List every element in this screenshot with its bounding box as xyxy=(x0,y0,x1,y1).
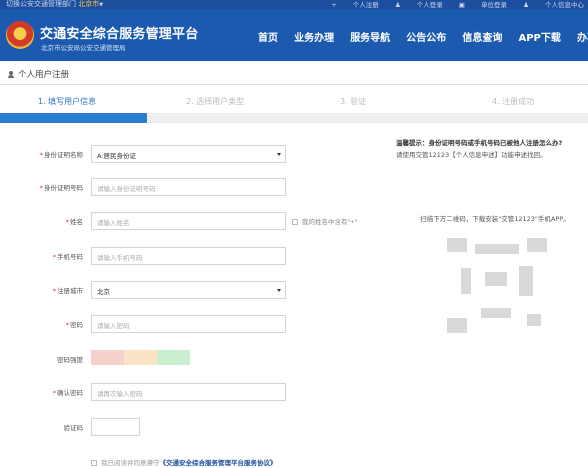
password-input[interactable]: 请输入密码 xyxy=(91,315,286,333)
chevron-down-icon: ▼ xyxy=(99,2,104,8)
nav-home[interactable]: 首页 xyxy=(258,29,278,44)
current-city[interactable]: 北京市 xyxy=(78,0,99,8)
account-links: + 个人注册 ♟ 个人登录 ▣ 单位登录 ♟ 个人信息中心 xyxy=(317,0,584,9)
password-label: 密码 xyxy=(70,321,83,329)
phone-label: 手机号码 xyxy=(57,253,83,261)
company-login-link[interactable]: ▣ 单位登录 xyxy=(459,1,507,9)
nav-app-download[interactable]: APP下载 xyxy=(518,29,560,44)
user-icon xyxy=(8,71,14,78)
captcha-label: 验证码 xyxy=(63,424,84,432)
city-label: 注册城市 xyxy=(57,287,83,295)
tip-title: 温馨提示：身份证明号码或手机号码已被他人注册怎么办? xyxy=(396,139,563,147)
name-input[interactable]: 请输入姓名 xyxy=(91,212,286,230)
nav-announcements[interactable]: 公告公布 xyxy=(406,29,446,44)
strength-medium xyxy=(124,350,157,365)
agreement-checkbox[interactable]: 我已阅读并同意遵守《交通安全综合服务管理平台服务协议》 xyxy=(91,457,277,467)
step-4: 4. 注册成功 xyxy=(492,97,535,106)
phone-input[interactable]: 请输入手机号码 xyxy=(91,247,286,265)
password-strength-meter xyxy=(91,350,191,365)
strength-label: 密码强度 xyxy=(57,356,83,364)
checkbox-icon xyxy=(91,460,97,466)
police-emblem-logo xyxy=(6,21,34,49)
top-utility-bar: 切换公安交通管理部门 北京市▼ + 个人注册 ♟ 个人登录 ▣ 单位登录 ♟ 个… xyxy=(0,0,588,9)
nav-business[interactable]: 业务办理 xyxy=(294,29,334,44)
agree-text: 我已阅读并同意遵守 xyxy=(101,459,160,467)
name-dot-checkbox[interactable]: 我的姓名中含有"•" xyxy=(292,216,357,226)
id-type-select[interactable]: A:居民身份证 xyxy=(91,145,286,163)
city-switch[interactable]: 切换公安交通管理部门 北京市▼ xyxy=(6,0,103,9)
id-number-input[interactable]: 请输入身份证明号码 xyxy=(91,178,286,196)
qr-code-image xyxy=(447,238,547,333)
chevron-down-icon xyxy=(277,289,281,292)
tip-body: 请使用交管12123【个人信息申述】功能申述找回。 xyxy=(396,151,547,159)
strength-strong xyxy=(157,350,190,365)
strength-weak xyxy=(91,350,124,365)
qr-caption: 扫描下方二维码，下载安装"交管12123"手机APP。 xyxy=(420,215,570,223)
page: 切换公安交通管理部门 北京市▼ + 个人注册 ♟ 个人登录 ▣ 单位登录 ♟ 个… xyxy=(0,0,588,468)
city-switch-label: 切换公安交通管理部门 xyxy=(6,0,76,8)
step-1: 1. 填写用户信息 xyxy=(38,97,97,106)
id-type-label: 身份证明名称 xyxy=(44,151,83,159)
login-link[interactable]: ♟ 个人登录 xyxy=(395,1,443,9)
checkbox-icon xyxy=(292,219,298,225)
site-header: 交通安全综合服务管理平台 北京市公安局公安交通管理局 首页 业务办理 服务导航 … xyxy=(0,9,588,61)
tip-panel: 温馨提示：身份证明号码或手机号码已被他人注册怎么办? 请使用交管12123【个人… xyxy=(396,138,584,161)
step-progress-track xyxy=(0,113,588,123)
step-2: 2. 选择用户类型 xyxy=(186,97,245,106)
divider xyxy=(0,84,588,85)
name-label: 姓名 xyxy=(70,218,83,226)
step-3: 3. 验证 xyxy=(340,97,367,106)
breadcrumb: 个人用户注册 xyxy=(8,68,69,80)
chevron-down-icon xyxy=(277,153,281,156)
user-center-link[interactable]: ♟ 个人信息中心 xyxy=(523,1,584,9)
register-link[interactable]: + 个人注册 xyxy=(331,1,379,9)
confirm-password-input[interactable]: 请再次输入密码 xyxy=(91,383,286,401)
confirm-label: 确认密码 xyxy=(57,389,83,397)
nav-handbook[interactable]: 办事指南 xyxy=(577,29,588,44)
nav-query[interactable]: 信息查询 xyxy=(462,29,502,44)
id-number-label: 身份证明号码 xyxy=(44,184,83,192)
agreement-link[interactable]: 《交通安全综合服务管理平台服务协议》 xyxy=(160,459,277,467)
breadcrumb-title: 个人用户注册 xyxy=(18,70,70,80)
site-subtitle: 北京市公安局公安交通管理局 xyxy=(41,44,126,52)
step-progress-fill xyxy=(0,113,147,123)
nav-service-guide[interactable]: 服务导航 xyxy=(350,29,390,44)
captcha-input[interactable] xyxy=(91,418,140,436)
city-select[interactable]: 北京 xyxy=(91,281,286,299)
site-title[interactable]: 交通安全综合服务管理平台 xyxy=(40,23,198,42)
main-nav: 首页 业务办理 服务导航 公告公布 信息查询 APP下载 办事指南 xyxy=(258,26,588,45)
